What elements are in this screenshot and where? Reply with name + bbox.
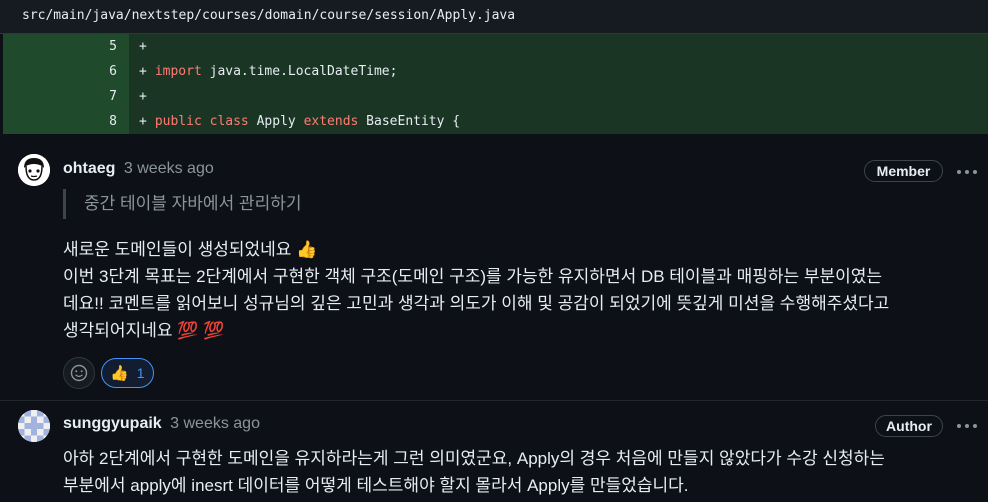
diff-line: 6 + import java.time.LocalDateTime; <box>3 59 988 84</box>
comment-header: ohtaeg 3 weeks ago <box>63 160 214 178</box>
identicon-icon <box>18 410 50 442</box>
diff-line: 5 + <box>3 34 988 59</box>
code-text: Apply <box>248 114 304 129</box>
quoted-text: 중간 테이블 자바에서 관리하기 <box>63 189 302 219</box>
diff-added-marker: + <box>139 64 147 79</box>
kebab-horizontal-icon[interactable] <box>955 418 979 434</box>
code-line: + <box>129 34 988 59</box>
comment-line: 부분에서 apply에 inesrt 데이터를 어떻게 테스트해야 할지 몰라서… <box>63 476 689 495</box>
comment-header: sunggyupaik 3 weeks ago <box>63 415 260 433</box>
line-number[interactable]: 7 <box>3 84 129 109</box>
code-text: BaseEntity { <box>358 114 461 129</box>
author-name[interactable]: ohtaeg <box>63 160 115 177</box>
code-keyword: public <box>154 114 202 129</box>
code-line: + import java.time.LocalDateTime; <box>129 59 988 84</box>
code-text: java.time.LocalDateTime; <box>201 64 398 79</box>
author-badge: Author <box>875 415 943 437</box>
reaction-thumbs-up-button[interactable]: 👍 1 <box>101 358 154 388</box>
diff-added-marker: + <box>139 89 147 104</box>
file-path[interactable]: src/main/java/nextstep/courses/domain/co… <box>22 8 515 23</box>
avatar-sunggyupaik[interactable] <box>18 410 50 442</box>
avatar-ohtaeg[interactable] <box>18 154 50 186</box>
diff-added-marker: + <box>139 39 147 54</box>
diff-hunk: 5 + 6 + import java.time.LocalDateTime; 7… <box>3 34 988 134</box>
comment-line: 아하 2단계에서 구현한 도메인을 유지하라는게 그런 의미였군요, Apply… <box>63 449 885 468</box>
code-keyword: class <box>209 114 249 129</box>
code-line: + <box>129 84 988 109</box>
comment-line: 생각되어지네요 💯 💯 <box>63 321 225 340</box>
file-header: src/main/java/nextstep/courses/domain/co… <box>0 0 988 34</box>
comment-timestamp[interactable]: 3 weeks ago <box>170 415 260 432</box>
line-number[interactable]: 6 <box>3 59 129 84</box>
diff-added-marker: + <box>139 114 147 129</box>
diff-line: 8 + public class Apply extends BaseEntity… <box>3 109 988 134</box>
kebab-horizontal-icon[interactable] <box>955 164 979 180</box>
line-number[interactable]: 5 <box>3 34 129 59</box>
reaction-count: 1 <box>136 365 145 381</box>
thumbs-up-icon: 👍 <box>110 365 129 382</box>
author-name[interactable]: sunggyupaik <box>63 415 162 432</box>
comment-line: 새로운 도메인들이 생성되었네요 👍 <box>63 240 318 259</box>
add-reaction-button[interactable] <box>63 357 95 389</box>
code-keyword: import <box>154 64 202 79</box>
comment-timestamp[interactable]: 3 weeks ago <box>124 160 214 177</box>
comment-divider <box>0 400 988 401</box>
comment-line: 이번 3단계 목표는 2단계에서 구현한 객체 구조(도메인 구조)를 가능한 … <box>63 267 883 286</box>
code-line: + public class Apply extends BaseEntity { <box>129 109 988 134</box>
comment-line: 데요!! 코멘트를 읽어보니 성규님의 깊은 고민과 생각과 의도가 이해 및 … <box>63 294 890 313</box>
member-badge: Member <box>864 160 943 182</box>
diff-line: 7 + <box>3 84 988 109</box>
avatar-face-icon <box>18 154 50 186</box>
smiley-icon <box>70 364 88 382</box>
line-number[interactable]: 8 <box>3 109 129 134</box>
code-keyword: extends <box>303 114 359 129</box>
